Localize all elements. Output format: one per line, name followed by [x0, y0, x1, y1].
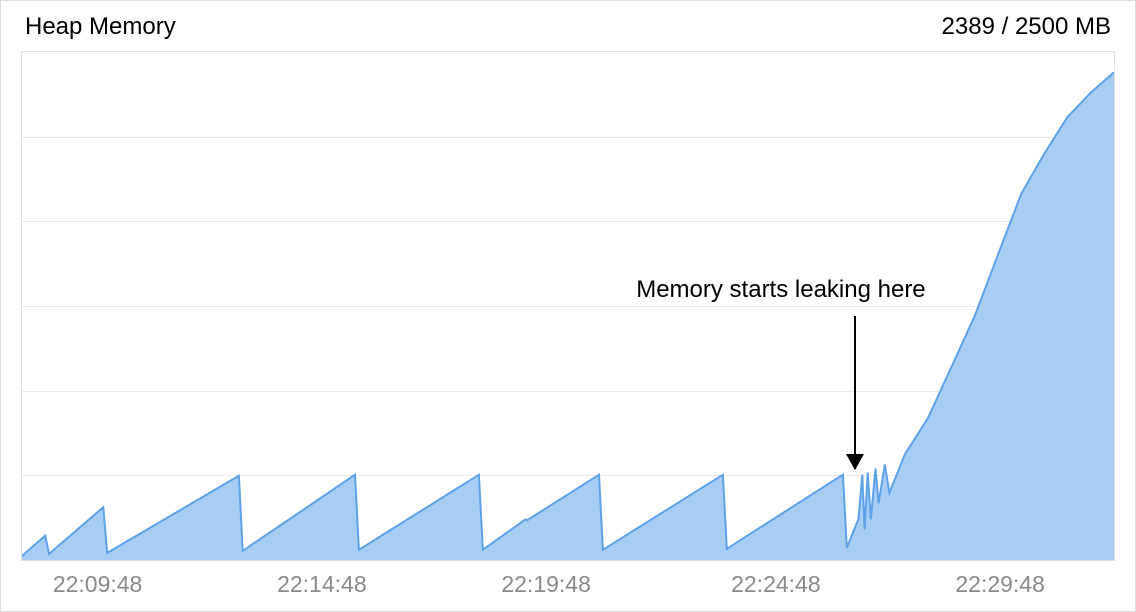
x-axis-tick-label: 22:14:48 [277, 571, 367, 598]
x-axis-tick-label: 22:09:48 [53, 571, 143, 598]
x-axis-labels: 22:09:48 22:14:48 22:19:48 22:24:48 22:29:48 [21, 571, 1115, 601]
x-axis-tick-label: 22:24:48 [731, 571, 821, 598]
x-axis-tick-label: 22:19:48 [501, 571, 591, 598]
leak-annotation-arrow-icon [854, 316, 856, 468]
panel-header: Heap Memory 2389 / 2500 MB [1, 1, 1135, 49]
panel-value: 2389 / 2500 MB [942, 13, 1111, 41]
leak-annotation-text: Memory starts leaking here [636, 276, 925, 304]
x-axis-tick-label: 22:29:48 [955, 571, 1045, 598]
heap-memory-panel: Heap Memory 2389 / 2500 MB Memory starts… [0, 0, 1136, 612]
chart-plot-area: Memory starts leaking here [21, 51, 1115, 561]
panel-title: Heap Memory [25, 13, 176, 41]
heap-area-chart [22, 52, 1114, 560]
